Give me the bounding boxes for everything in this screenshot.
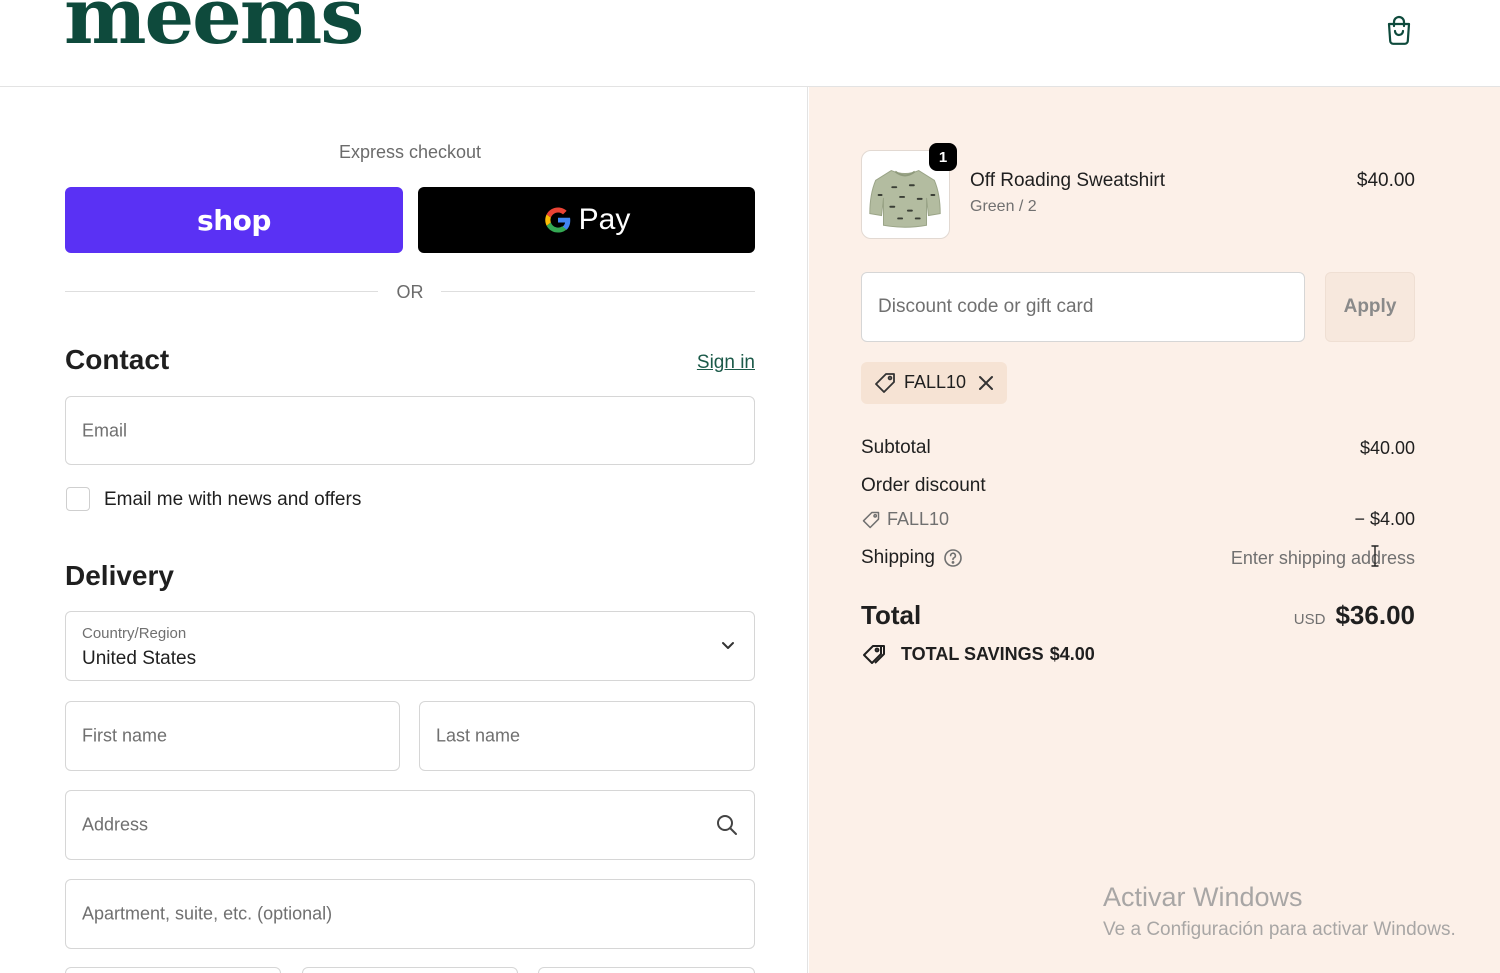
shipping-label: Shipping — [861, 547, 935, 568]
applied-discount-chip: FALL10 — [861, 362, 1007, 404]
city-field[interactable] — [65, 967, 281, 973]
or-divider: OR — [65, 280, 755, 304]
order-summary: 1 Off Roading Sweatshirt Green / 2 $40.0… — [809, 87, 1500, 973]
sign-in-link[interactable]: Sign in — [660, 352, 755, 374]
total-value: $36.00 — [1335, 600, 1415, 630]
order-discount-label: Order discount — [861, 475, 986, 496]
last-name-placeholder: Last name — [436, 725, 521, 746]
search-icon[interactable] — [716, 814, 738, 836]
newsletter-checkbox[interactable] — [66, 487, 90, 511]
savings-label: TOTAL SAVINGS — [901, 644, 1044, 664]
shop-pay-label: shop — [197, 203, 271, 237]
first-name-placeholder: First name — [82, 725, 168, 746]
google-pay-label: Pay — [578, 203, 631, 236]
total-amount: USD $36.00 — [1294, 600, 1415, 631]
apartment-field[interactable]: Apartment, suite, etc. (optional) — [65, 879, 755, 949]
product-variant: Green / 2 — [970, 198, 1037, 215]
discount-value: − $4.00 — [1354, 509, 1415, 529]
shipping-value: Enter shipping address — [1230, 548, 1415, 568]
tag-icon — [875, 373, 895, 393]
express-checkout-title: Express checkout — [338, 142, 482, 162]
total-label: Total — [861, 600, 922, 630]
apply-button[interactable]: Apply — [1325, 272, 1415, 342]
discount-code-label: FALL10 — [887, 509, 950, 529]
google-pay-button[interactable]: Pay — [418, 187, 755, 253]
tag-icon — [862, 511, 880, 529]
delivery-heading: Delivery — [65, 560, 174, 591]
windows-activation-watermark: Activar Windows Ve a Configuración para … — [1103, 882, 1456, 941]
quantity-badge: 1 — [929, 143, 957, 171]
discount-placeholder: Discount code or gift card — [878, 296, 1094, 317]
country-select[interactable]: Country/Region United States — [65, 611, 755, 681]
address-field[interactable]: Address — [65, 790, 755, 860]
shopping-bag-icon[interactable] — [1384, 14, 1414, 46]
last-name-field[interactable]: Last name — [419, 701, 755, 771]
country-value: United States — [82, 648, 197, 669]
country-label: Country/Region — [82, 625, 187, 642]
help-icon[interactable] — [943, 548, 963, 568]
applied-code: FALL10 — [904, 372, 967, 392]
site-header: meems — [0, 0, 1500, 87]
contact-heading: Contact — [65, 344, 170, 375]
email-field[interactable]: Email — [65, 396, 755, 465]
address-placeholder: Address — [82, 814, 149, 835]
watermark-subtitle: Ve a Configuración para activar Windows. — [1103, 919, 1456, 940]
savings-tag-icon — [863, 645, 885, 664]
zip-field[interactable] — [538, 967, 755, 973]
watermark-title: Activar Windows — [1103, 882, 1303, 912]
subtotal-value: $40.00 — [1359, 438, 1415, 458]
shop-pay-button[interactable]: shop — [65, 187, 403, 253]
product-price: $40.00 — [1356, 170, 1415, 191]
chevron-down-icon — [722, 642, 734, 649]
close-icon[interactable] — [977, 374, 995, 392]
brand-logo[interactable]: meems — [64, 0, 364, 56]
product-name: Off Roading Sweatshirt — [970, 170, 1166, 191]
email-placeholder: Email — [82, 420, 128, 440]
google-g-icon — [544, 207, 570, 233]
discount-code-field[interactable]: Discount code or gift card — [861, 272, 1305, 342]
or-label: OR — [396, 282, 424, 302]
total-currency: USD — [1293, 611, 1326, 628]
apartment-placeholder: Apartment, suite, etc. (optional) — [82, 903, 333, 924]
subtotal-label: Subtotal — [861, 437, 931, 458]
checkout-form: Express checkout shop Pay OR Contact Sig… — [0, 87, 808, 973]
total-savings: TOTAL SAVINGS $4.00 — [895, 644, 1095, 665]
savings-value: $4.00 — [1049, 644, 1095, 664]
text-cursor-icon — [1371, 545, 1379, 567]
first-name-field[interactable]: First name — [65, 701, 400, 771]
state-field[interactable] — [302, 967, 518, 973]
newsletter-label: Email me with news and offers — [104, 489, 362, 510]
